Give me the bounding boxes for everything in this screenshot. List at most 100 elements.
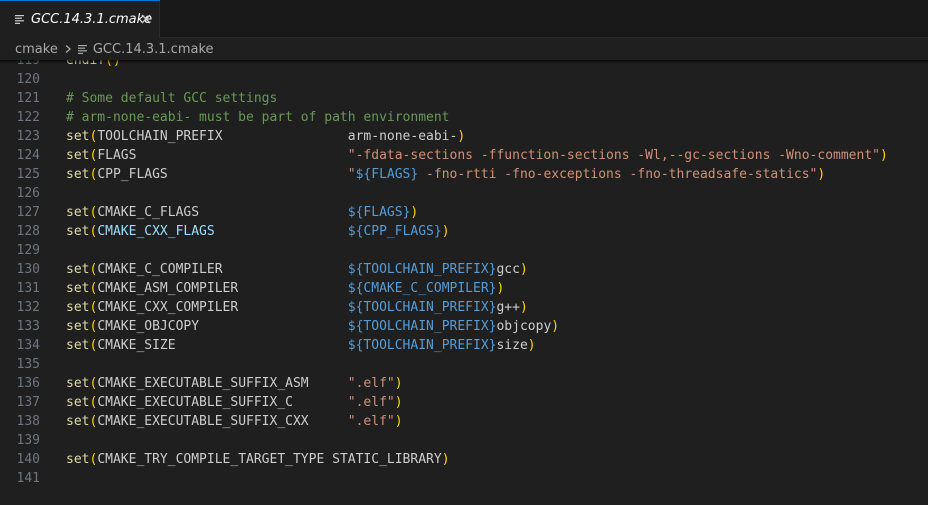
code-line[interactable]: 128 set(CMAKE_CXX_FLAGS ${CPP_FLAGS}): [0, 222, 928, 241]
line-number: 122: [16, 110, 40, 125]
code-token-variable: FLAGS: [363, 205, 403, 220]
code-token-paren: ): [817, 167, 826, 182]
code-token-plain: arm-none-eabi-: [347, 129, 458, 144]
line-number: 121: [16, 91, 40, 106]
code-editor[interactable]: 119 endif() 120 121 # Some default GCC setti…: [0, 60, 928, 505]
line-code: set(TOOLCHAIN_PREFIX arm-none-eabi-): [66, 127, 465, 146]
code-line[interactable]: 123 set(TOOLCHAIN_PREFIX arm-none-eabi-): [0, 127, 928, 146]
line-code: set(CMAKE_TRY_COMPILE_TARGET_TYPE STATIC…: [66, 450, 450, 469]
breadcrumb-folder[interactable]: cmake: [15, 42, 58, 57]
line-number: 124: [16, 148, 40, 163]
code-line[interactable]: 125 set(CPP_FLAGS "${FLAGS} -fno-rtti -fn…: [0, 165, 928, 184]
code-token-function: set: [66, 167, 90, 182]
line-number: 135: [16, 357, 40, 372]
code-token-string: "-fdata-sections -ffunction-sections -Wl…: [347, 148, 880, 163]
code-line[interactable]: 134 set(CMAKE_SIZE ${TOOLCHAIN_PREFIX}siz…: [0, 336, 928, 355]
code-line[interactable]: 137 set(CMAKE_EXECUTABLE_SUFFIX_C ".elf"): [0, 393, 928, 412]
code-token-variable: ${: [347, 224, 364, 239]
line-code: set(CMAKE_CXX_FLAGS ${CPP_FLAGS}): [66, 222, 450, 241]
code-line[interactable]: 140 set(CMAKE_TRY_COMPILE_TARGET_TYPE STA…: [0, 450, 928, 469]
line-code: set(CMAKE_ASM_COMPILER ${CMAKE_C_COMPILE…: [66, 279, 504, 298]
code-token-paren: ): [519, 262, 528, 277]
code-token-variable: TOOLCHAIN_PREFIX: [363, 338, 489, 353]
code-token-plain: objcopy: [496, 319, 552, 334]
vscode-editor-window: GCC.14.3.1.cmake cmake GCC.14.3.1.cmake …: [0, 0, 928, 505]
line-number: 127: [16, 205, 40, 220]
code-token-string: ": [347, 167, 356, 182]
code-token-function: set: [66, 319, 90, 334]
code-token-function: set: [66, 148, 90, 163]
code-line[interactable]: 120: [0, 70, 928, 89]
code-token-variable: ${: [347, 205, 364, 220]
code-line[interactable]: 130 set(CMAKE_C_COMPILER ${TOOLCHAIN_PREF…: [0, 260, 928, 279]
code-token-paren: ): [441, 224, 450, 239]
code-line[interactable]: 132 set(CMAKE_CXX_COMPILER ${TOOLCHAIN_PR…: [0, 298, 928, 317]
code-line[interactable]: 126: [0, 184, 928, 203]
code-token-function: set: [66, 224, 90, 239]
code-token-paren: ): [394, 376, 403, 391]
active-tab-indicator: [0, 0, 160, 1]
code-token-paren: ): [496, 281, 505, 296]
line-code: set(CMAKE_OBJCOPY ${TOOLCHAIN_PREFIX}obj…: [66, 317, 559, 336]
line-number: 129: [16, 243, 40, 258]
code-line[interactable]: 133 set(CMAKE_OBJCOPY ${TOOLCHAIN_PREFIX}…: [0, 317, 928, 336]
code-line[interactable]: 129: [0, 241, 928, 260]
code-token-paren: ): [527, 338, 536, 353]
code-line[interactable]: 119 endif(): [0, 60, 928, 70]
code-token-plain: CMAKE_C_COMPILER: [97, 262, 348, 277]
line-number: 134: [16, 338, 40, 353]
line-number: 140: [16, 452, 40, 467]
code-line[interactable]: 136 set(CMAKE_EXECUTABLE_SUFFIX_ASM ".elf…: [0, 374, 928, 393]
code-token-string: ".elf": [347, 376, 395, 391]
line-number: 120: [16, 72, 40, 87]
code-line[interactable]: 124 set(FLAGS "-fdata-sections -ffunction…: [0, 146, 928, 165]
code-token-string: ".elf": [347, 414, 395, 429]
code-token-function: set: [66, 300, 90, 315]
code-token-function: set: [66, 414, 90, 429]
code-line[interactable]: 138 set(CMAKE_EXECUTABLE_SUFFIX_CXX ".elf…: [0, 412, 928, 431]
code-token-plain: g++: [496, 300, 520, 315]
code-token-paren: ): [394, 395, 403, 410]
line-code: # Some default GCC settings: [66, 89, 277, 108]
line-number: 133: [16, 319, 40, 334]
line-number: 131: [16, 281, 40, 296]
line-number: 132: [16, 300, 40, 315]
code-token-function: set: [66, 338, 90, 353]
code-token-paren: ): [457, 129, 466, 144]
code-token-comment: # Some default GCC settings: [66, 91, 278, 106]
line-number: 141: [16, 471, 40, 486]
code-token-variable: ${: [347, 262, 364, 277]
code-token-plain: CMAKE_CXX_COMPILER: [97, 300, 348, 315]
code-token-variable: TOOLCHAIN_PREFIX: [363, 262, 489, 277]
line-number: 138: [16, 414, 40, 429]
close-icon[interactable]: [139, 12, 153, 26]
breadcrumb-file[interactable]: GCC.14.3.1.cmake: [93, 42, 214, 57]
lines-file-icon: [77, 45, 87, 54]
code-line[interactable]: 122 # arm-none-eabi- must be part of path…: [0, 108, 928, 127]
code-line[interactable]: 141: [0, 469, 928, 488]
line-code: set(CMAKE_EXECUTABLE_SUFFIX_C ".elf"): [66, 393, 403, 412]
code-token-plain: CMAKE_C_FLAGS: [97, 205, 348, 220]
line-code: endif(): [66, 60, 121, 70]
code-token-plain: gcc: [496, 262, 520, 277]
code-line[interactable]: 127 set(CMAKE_C_FLAGS ${FLAGS}): [0, 203, 928, 222]
code-token-function: endif: [66, 60, 106, 68]
line-number: 128: [16, 224, 40, 239]
code-line[interactable]: 135: [0, 355, 928, 374]
line-number: 119: [16, 60, 40, 68]
tab-bar: GCC.14.3.1.cmake: [0, 0, 928, 38]
code-token-paren: ): [879, 148, 888, 163]
code-token-variable: ${: [347, 319, 364, 334]
code-token-variable: ${: [347, 281, 364, 296]
code-token-plain: CMAKE_EXECUTABLE_SUFFIX_C: [97, 395, 348, 410]
code-line[interactable]: 121 # Some default GCC settings: [0, 89, 928, 108]
tab-gcc-cmake[interactable]: GCC.14.3.1.cmake: [0, 0, 160, 38]
code-token-comment: # arm-none-eabi- must be part of path en…: [66, 110, 450, 125]
line-number: 137: [16, 395, 40, 410]
code-token-paren: ): [394, 414, 403, 429]
code-token-plain: CPP_FLAGS: [97, 167, 348, 182]
code-line[interactable]: 131 set(CMAKE_ASM_COMPILER ${CMAKE_C_COMP…: [0, 279, 928, 298]
code-token-function: set: [66, 395, 90, 410]
line-code: set(CMAKE_CXX_COMPILER ${TOOLCHAIN_PREFI…: [66, 298, 528, 317]
code-line[interactable]: 139: [0, 431, 928, 450]
